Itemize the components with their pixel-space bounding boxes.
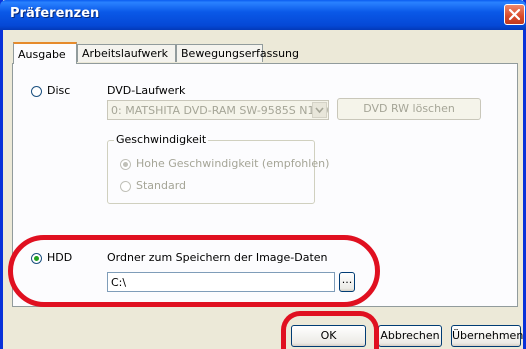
dvd-drive-label: DVD-Laufwerk xyxy=(107,84,186,97)
high-speed-label: Hohe Geschwindigkeit (empfohlen) xyxy=(136,157,330,170)
tab-panel-ausgabe: Disc DVD-Laufwerk 0: MATSHITA DVD-RAM SW… xyxy=(12,63,518,307)
tab-ausgabe[interactable]: Ausgabe xyxy=(13,42,77,64)
chevron-down-icon[interactable] xyxy=(312,102,327,118)
image-folder-input[interactable] xyxy=(107,272,335,292)
cancel-button[interactable]: Abbrechen xyxy=(378,325,442,347)
dvd-drive-value: 0: MATSHITA DVD-RAM SW-9585S N100 xyxy=(111,104,329,117)
standard-speed-label: Standard xyxy=(136,179,187,192)
ok-button[interactable]: OK xyxy=(291,325,366,347)
close-button[interactable] xyxy=(504,4,525,25)
image-folder-input-field[interactable] xyxy=(108,273,334,291)
hdd-radio[interactable] xyxy=(31,253,42,264)
close-icon xyxy=(508,8,521,21)
high-speed-radio[interactable] xyxy=(120,159,131,170)
speed-group: Geschwindigkeit Hohe Geschwindigkeit (em… xyxy=(107,133,329,204)
image-folder-label: Ordner zum Speichern der Image-Daten xyxy=(107,251,328,264)
title-bar[interactable]: Präferenzen xyxy=(0,0,526,30)
standard-speed-radio[interactable] xyxy=(120,181,131,192)
dvd-drive-select[interactable]: 0: MATSHITA DVD-RAM SW-9585S N100 xyxy=(107,100,329,120)
disc-radio[interactable] xyxy=(31,86,42,97)
speed-group-legend: Geschwindigkeit xyxy=(114,133,209,146)
tab-bewegungserfassung[interactable]: Bewegungserfassung xyxy=(176,44,299,62)
window-title: Präferenzen xyxy=(10,6,100,21)
hdd-radio-label: HDD xyxy=(47,251,73,264)
disc-radio-label: Disc xyxy=(47,84,71,97)
tab-arbeitslaufwerk[interactable]: Arbeitslaufwerk xyxy=(77,44,176,62)
dvd-rw-erase-button[interactable]: DVD RW löschen xyxy=(337,98,481,120)
apply-button[interactable]: Übernehmen xyxy=(451,325,523,347)
browse-folder-button[interactable]: ... xyxy=(339,272,355,292)
